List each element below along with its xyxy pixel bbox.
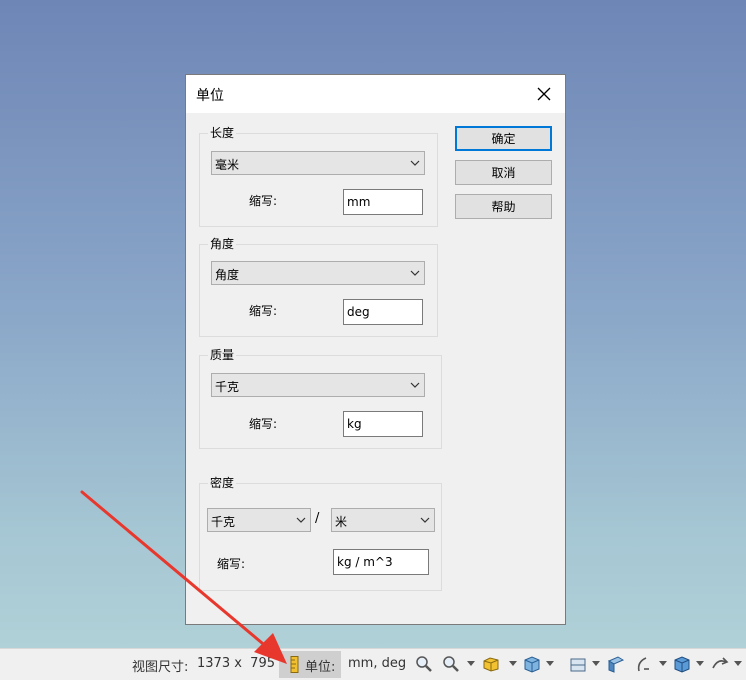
density-separator: / [315,511,320,526]
chevron-down-icon[interactable] [509,661,517,667]
cancel-button[interactable]: 取消 [455,160,552,185]
chevron-down-icon [410,160,420,166]
density-group: 密度 千克 / 米 缩写: kg / m^3 [199,475,442,591]
chevron-down-icon[interactable] [546,661,554,667]
mass-group-label: 质量 [208,347,237,363]
zoom-icon[interactable] [415,655,433,673]
chevron-down-icon [420,517,430,523]
units-label: 单位: [305,660,336,675]
length-abbr-label: 缩写: [249,194,278,208]
chevron-down-icon [296,517,306,523]
view-arrow-icon[interactable] [710,654,730,674]
close-button[interactable] [531,81,557,107]
chevron-down-icon[interactable] [734,661,742,667]
view-cube-icon[interactable] [522,654,542,674]
length-abbr-value: mm [347,195,371,209]
length-abbr-field[interactable]: mm [343,189,423,215]
mass-abbr-field[interactable]: kg [343,411,423,437]
help-button[interactable]: 帮助 [455,194,552,219]
density-length-unit-select[interactable]: 米 [331,508,435,532]
length-group-label: 长度 [208,125,237,141]
density-length-unit-value: 米 [335,515,348,529]
dialog-titlebar: 单位 [186,75,565,113]
mass-unit-value: 千克 [215,380,240,394]
units-segment[interactable]: 单位: [279,651,341,678]
units-value: mm, deg [348,656,407,671]
density-abbr-value: kg / m^3 [337,555,393,569]
length-unit-select[interactable]: 毫米 [211,151,425,175]
density-abbr-label: 缩写: [217,557,246,571]
section-icon[interactable] [568,654,588,674]
dialog-title: 单位 [196,88,224,104]
chevron-down-icon [410,270,420,276]
density-mass-unit-select[interactable]: 千克 [207,508,311,532]
status-bar: 视图尺寸: 1373 x 795 单位: mm, deg [0,648,746,680]
angle-group-label: 角度 [208,236,237,252]
desktop-background: 单位 长度 毫米 缩写: mm 角度 角度 缩写: deg 质量 千克 缩写: … [0,0,746,680]
mass-unit-select[interactable]: 千克 [211,373,425,397]
chevron-down-icon[interactable] [467,661,475,667]
angle-abbr-value: deg [347,305,370,319]
box-icon[interactable] [672,654,692,674]
chevron-down-icon[interactable] [696,661,704,667]
chevron-down-icon[interactable] [659,661,667,667]
angle-unit-select[interactable]: 角度 [211,261,425,285]
chevron-down-icon[interactable] [592,661,600,667]
angle-abbr-field[interactable]: deg [343,299,423,325]
angle-abbr-label: 缩写: [249,304,278,318]
view-icon[interactable] [634,654,654,674]
length-group: 长度 毫米 缩写: mm [199,125,438,227]
box-icon[interactable] [482,655,500,673]
mass-abbr-value: kg [347,417,362,431]
view-size-label: 视图尺寸: [132,660,189,675]
units-dialog: 单位 长度 毫米 缩写: mm 角度 角度 缩写: deg 质量 千克 缩写: … [185,74,566,625]
angle-group: 角度 角度 缩写: deg [199,236,438,337]
mass-group: 质量 千克 缩写: kg [199,347,442,449]
density-abbr-field[interactable]: kg / m^3 [333,549,429,575]
shade-icon[interactable] [606,654,626,674]
mass-abbr-label: 缩写: [249,417,278,431]
ok-button[interactable]: 确定 [455,126,552,151]
chevron-down-icon [410,382,420,388]
close-icon [537,87,551,101]
ruler-icon [290,656,299,673]
angle-unit-value: 角度 [215,268,240,282]
view-size-value: 1373 x 795 [197,656,275,671]
zoom-window-icon[interactable] [442,655,460,673]
length-unit-value: 毫米 [215,158,240,172]
density-group-label: 密度 [208,475,237,491]
density-mass-unit-value: 千克 [211,515,236,529]
